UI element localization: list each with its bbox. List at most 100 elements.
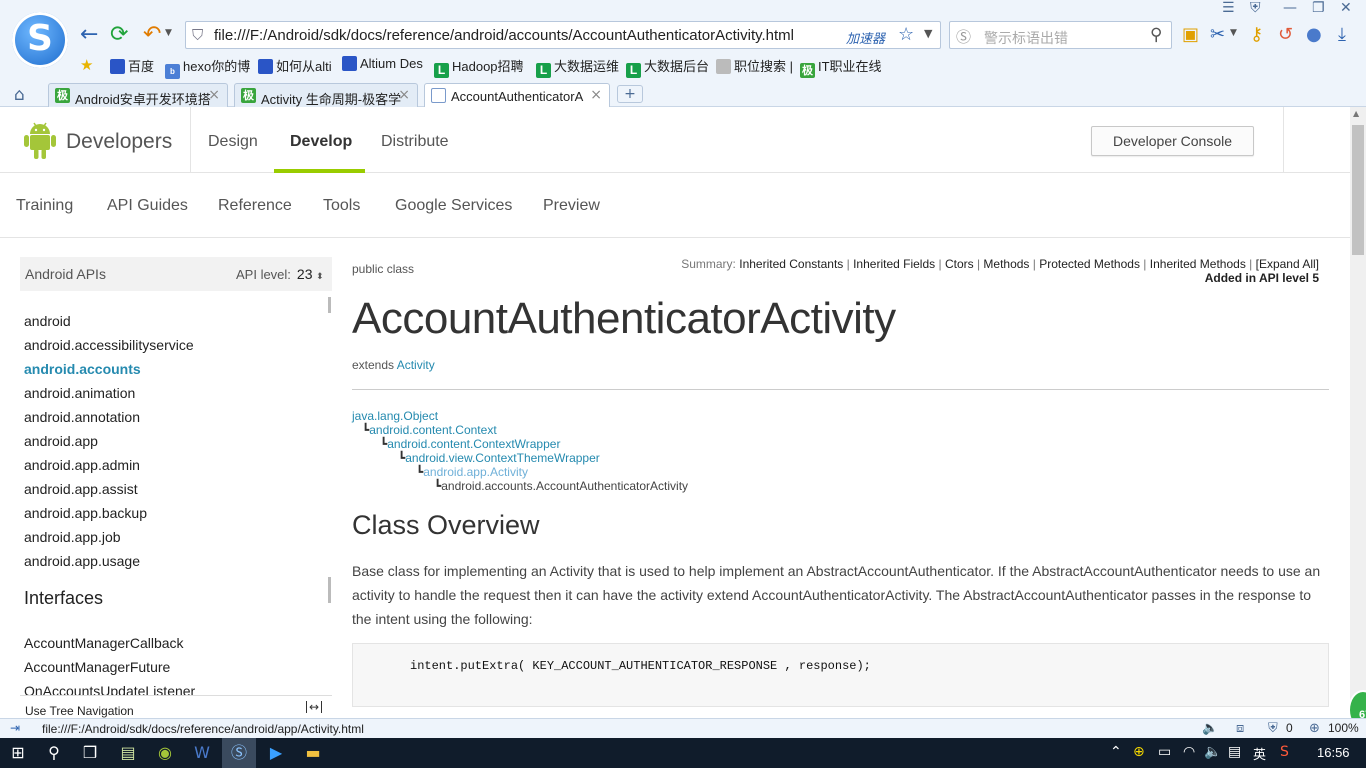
download-icon[interactable]: ⤓ [1338,24,1346,45]
search-icon[interactable]: ⚲ [44,743,64,763]
browser-logo-icon[interactable]: S [12,12,68,68]
bookmark-item[interactable]: b hexo你的博 [165,56,250,79]
bookmark-item[interactable]: L Hadoop招聘 [434,56,524,78]
address-bar[interactable]: ⛉ file:///F:/Android/sdk/docs/reference/… [185,21,941,49]
developer-console-button[interactable]: Developer Console [1091,126,1254,156]
inheritance-link[interactable]: android.content.ContextWrapper [387,437,560,451]
tray-expand-icon[interactable]: ⌃ [1110,744,1122,760]
shield-icon[interactable]: ⛨ [1268,721,1278,736]
tray-app-icon[interactable]: ⊕ [1133,744,1145,760]
inheritance-link[interactable]: android.app.Activity [423,465,528,479]
resize-handle-icon[interactable]: ↔ [306,701,323,713]
summary-link[interactable]: Inherited Fields [853,257,935,271]
accelerator-link[interactable]: 加速器 [846,28,885,47]
notification-icon[interactable]: ▤ [1228,744,1241,760]
package-link[interactable]: android.annotation [24,409,140,425]
windows-start-icon[interactable]: ⊞ [8,743,28,763]
chat-app-icon[interactable]: ▤ [118,743,138,763]
package-link[interactable]: android.app.backup [24,505,147,521]
subnav-reference[interactable]: Reference [218,197,292,215]
android-studio-icon[interactable]: ◉ [155,743,175,763]
network-icon[interactable]: ▭ [1158,744,1171,760]
nav-design[interactable]: Design [208,133,258,151]
menu-icon[interactable]: ☰ [1222,0,1235,16]
scissors-icon[interactable]: ✂ [1210,24,1225,45]
extends-link[interactable]: Activity [397,358,435,372]
package-link[interactable]: android.app.usage [24,553,140,569]
bookmark-item[interactable]: Altium Des [342,56,423,71]
favorites-star-icon[interactable]: ★ [80,56,93,74]
bookmark-item[interactable]: 百度 [110,56,154,75]
restore-window-icon[interactable]: ❐ [1312,0,1325,16]
subnav-preview[interactable]: Preview [543,197,600,215]
new-tab-button[interactable]: + [617,85,643,103]
minimize-icon[interactable]: — [1283,0,1297,16]
scissors-dropdown-icon[interactable]: ▼ [1230,28,1237,38]
subnav-api-guides[interactable]: API Guides [107,197,188,215]
back-icon[interactable]: ← [80,22,98,47]
extension-icon[interactable]: ▣ [1182,24,1199,45]
nav-develop[interactable]: Develop [290,133,352,151]
zoom-level[interactable]: 100% [1328,721,1359,735]
use-tree-navigation-link[interactable]: Use Tree Navigation [25,704,134,718]
sogou-ime-icon[interactable]: S [1280,744,1289,760]
wifi-icon[interactable]: ◠ [1183,744,1195,760]
subnav-tools[interactable]: Tools [323,197,360,215]
bookmark-item[interactable]: L 大数据运维 [536,56,619,78]
key-icon[interactable]: ⚷ [1250,24,1263,45]
input-language[interactable]: 英 [1253,744,1266,763]
search-icon[interactable]: ⚲ [1150,25,1162,45]
package-link[interactable]: android [24,313,71,329]
site-brand[interactable]: Developers [66,130,172,154]
android-logo-icon[interactable] [24,121,56,159]
bookmark-item[interactable]: L 大数据后台 [626,56,709,78]
sogou-browser-icon[interactable]: Ⓢ [229,743,249,763]
scroll-up-icon[interactable]: ▲ [1353,109,1359,118]
package-link[interactable]: android.app.job [24,529,121,545]
package-link-selected[interactable]: android.accounts [24,361,141,377]
browser-tab-active[interactable]: AccountAuthenticatorA × [424,83,610,108]
api-level-selector[interactable]: API level: 23 ⬍ [236,266,324,282]
address-url[interactable]: file:///F:/Android/sdk/docs/reference/an… [214,27,794,44]
chevron-updown-icon[interactable]: ⬍ [316,271,324,281]
bookmark-star-icon[interactable]: ☆ [898,24,914,45]
file-explorer-icon[interactable]: ▬ [303,743,323,763]
interface-link[interactable]: AccountManagerFuture [24,659,170,675]
refresh-icon[interactable]: ⟳ [110,22,128,47]
package-link[interactable]: android.app.assist [24,481,138,497]
browser-tab[interactable]: 极 Activity 生命周期-极客学 × [234,83,418,107]
address-dropdown-icon[interactable]: ▼ [924,27,932,40]
package-list-scrollbar[interactable] [328,297,331,313]
api-level-value[interactable]: 23 [297,266,313,282]
summary-link[interactable]: Methods [983,257,1029,271]
bookmark-item[interactable]: 极 IT职业在线 [800,56,882,78]
summary-link[interactable]: Inherited Methods [1150,257,1246,271]
subnav-training[interactable]: Training [16,197,73,215]
speaker-icon[interactable]: 🔈 [1202,721,1218,736]
tab-close-icon[interactable]: × [208,87,220,103]
media-player-icon[interactable]: ▶ [266,743,286,763]
package-link[interactable]: android.accessibilityservice [24,337,194,353]
search-placeholder[interactable]: 警示标语出错 [984,28,1068,48]
undo-icon[interactable]: ↶ [143,22,161,47]
expand-all-link[interactable]: [Expand All] [1256,257,1319,271]
interface-link[interactable]: AccountManagerCallback [24,635,184,651]
screenshot-icon[interactable]: ⧈ [1236,721,1244,736]
volume-icon[interactable]: 🔈 [1204,744,1221,760]
restore-icon[interactable]: ↺ [1278,24,1293,45]
inheritance-link[interactable]: java.lang.Object [352,409,438,423]
nav-distribute[interactable]: Distribute [381,133,449,151]
system-clock[interactable]: 16:56 [1317,745,1350,760]
search-bar[interactable]: Ⓢ 警示标语出错 ⚲ [949,21,1172,49]
subnav-google-services[interactable]: Google Services [395,197,512,215]
scrollbar-thumb[interactable] [1352,125,1364,255]
close-window-icon[interactable]: ✕ [1340,0,1352,16]
class-list-scrollbar[interactable] [328,577,331,603]
task-view-icon[interactable]: ❒ [80,743,100,763]
tab-close-icon[interactable]: × [398,87,410,103]
browser-tab[interactable]: 极 Android安卓开发环境搭 × [48,83,228,107]
undo-dropdown-icon[interactable]: ▼ [165,28,172,38]
summary-link[interactable]: Protected Methods [1039,257,1140,271]
zoom-icon[interactable]: ⊕ [1309,721,1320,736]
inheritance-link[interactable]: android.view.ContextThemeWrapper [405,451,600,465]
